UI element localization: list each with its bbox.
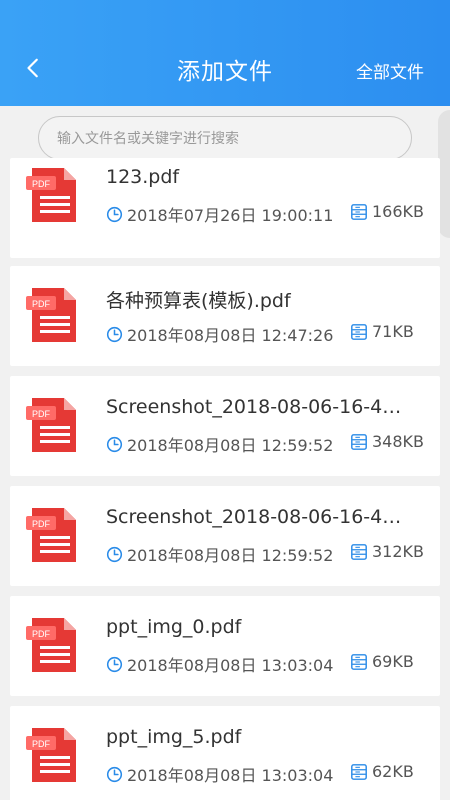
search-placeholder: 输入文件名或关键字进行搜索 [57,131,239,147]
clock-icon [106,326,123,342]
file-size-text: 71KB [372,322,414,341]
pdf-label: PDF [32,739,51,749]
file-time: 2018年08月08日 12:59:52 [106,542,333,566]
file-item[interactable]: PDF 各种预算表(模板).pdf 2018年08月08日 12:47:26 7… [10,266,440,366]
pdf-label: PDF [32,179,51,189]
pdf-label: PDF [32,299,51,309]
file-time: 2018年08月08日 12:47:26 [106,322,333,346]
file-time: 2018年08月08日 12:59:52 [106,432,333,456]
file-item[interactable]: PDF ppt_img_5.pdf 2018年08月08日 13:03:04 6… [10,706,440,800]
file-item[interactable]: PDF Screenshot_2018-08-06-16-43-4... 201… [10,486,440,586]
app-header: 添加文件 全部文件 [0,0,450,106]
file-size-text: 312KB [372,542,425,561]
storage-icon [351,763,367,780]
file-time-text: 2018年08月08日 12:59:52 [127,546,334,565]
file-size: 348KB [350,432,424,451]
pdf-file-icon: PDF [26,288,76,342]
pdf-file-icon: PDF [26,168,76,222]
pdf-label: PDF [32,409,51,419]
storage-icon [351,433,367,450]
file-name: ppt_img_0.pdf [106,616,242,638]
file-size-text: 166KB [372,202,425,221]
file-size-text: 348KB [372,432,425,451]
file-time: 2018年07月26日 19:00:11 [106,202,333,226]
clock-icon [106,766,123,782]
file-time-text: 2018年08月08日 12:47:26 [127,326,334,345]
file-item[interactable]: PDF Screenshot_2018-08-06-16-42-0... 201… [10,376,440,476]
file-size-text: 69KB [372,652,414,671]
pdf-file-icon: PDF [26,728,76,782]
file-size-text: 62KB [372,762,414,781]
file-name: ppt_img_5.pdf [106,726,242,748]
file-size: 71KB [350,322,414,341]
clock-icon [106,206,123,222]
file-time-text: 2018年08月08日 13:03:04 [127,766,334,785]
file-time: 2018年08月08日 13:03:04 [106,762,333,786]
file-name: Screenshot_2018-08-06-16-43-4... [106,506,406,528]
clock-icon [106,546,123,562]
file-time-text: 2018年07月26日 19:00:11 [127,206,334,225]
storage-icon [351,543,367,560]
pdf-file-icon: PDF [26,398,76,452]
pdf-label: PDF [32,629,51,639]
search-input[interactable]: 输入文件名或关键字进行搜索 [38,116,412,160]
pdf-file-icon: PDF [26,508,76,562]
file-time: 2018年08月08日 13:03:04 [106,652,333,676]
file-size: 62KB [350,762,414,781]
file-size: 166KB [350,202,424,221]
all-files-button[interactable]: 全部文件 [356,58,424,83]
storage-icon [351,323,367,340]
clock-icon [106,656,123,672]
file-name: Screenshot_2018-08-06-16-42-0... [106,396,406,418]
file-item[interactable]: PDF ppt_img_0.pdf 2018年08月08日 13:03:04 6… [10,596,440,696]
storage-icon [351,203,367,220]
file-time-text: 2018年08月08日 13:03:04 [127,656,334,675]
pdf-label: PDF [32,519,51,529]
file-name: 各种预算表(模板).pdf [106,290,291,312]
file-item[interactable]: PDF 123.pdf 2018年07月26日 19:00:11 166KB [10,158,440,258]
file-time-text: 2018年08月08日 12:59:52 [127,436,334,455]
file-name: 123.pdf [106,166,180,188]
pdf-file-icon: PDF [26,618,76,672]
clock-icon [106,436,123,452]
file-size: 69KB [350,652,414,671]
file-size: 312KB [350,542,424,561]
storage-icon [351,653,367,670]
